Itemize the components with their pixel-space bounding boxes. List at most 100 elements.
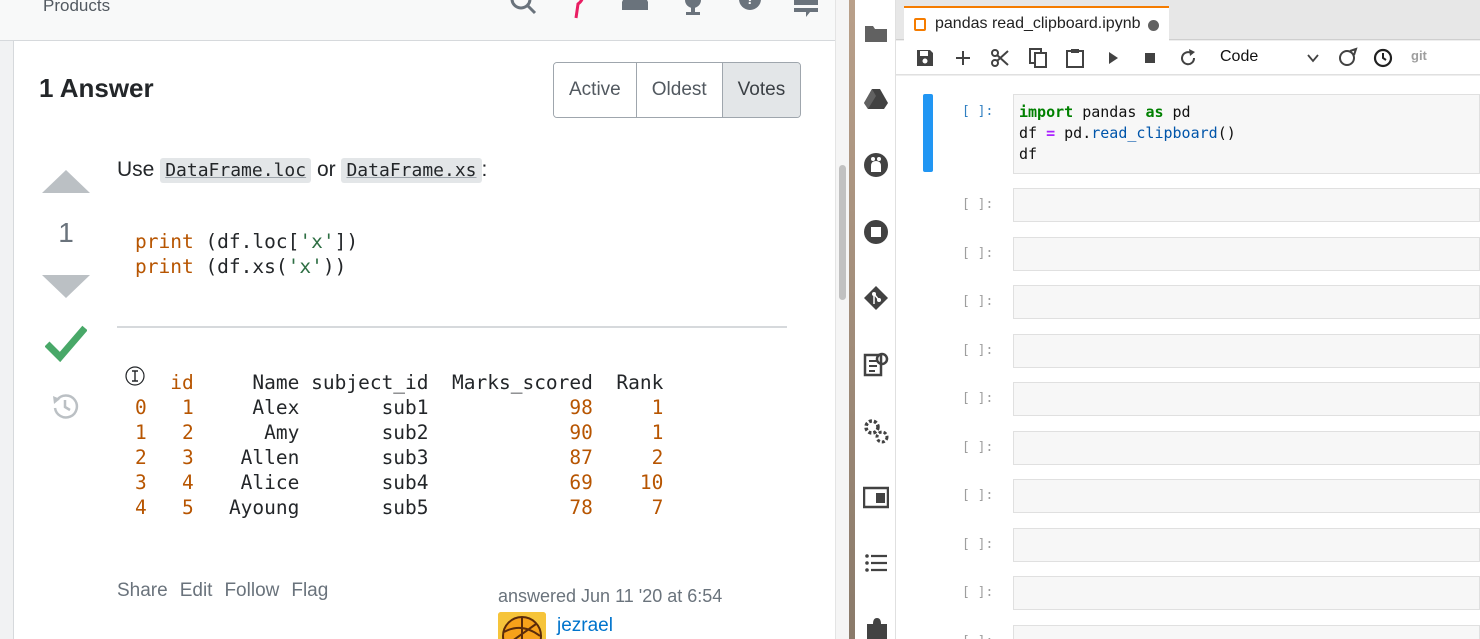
- search-icon[interactable]: [508, 0, 538, 20]
- cell-editor[interactable]: [1013, 382, 1480, 416]
- save-icon[interactable]: [914, 47, 936, 69]
- cell-editor[interactable]: [1013, 430, 1480, 465]
- column-header: Marks_scored: [428, 371, 593, 394]
- cell-editor[interactable]: import pandas as pd df = pd.read_clipboar…: [1013, 94, 1480, 174]
- code-cell-empty[interactable]: [ ]:: [896, 188, 1480, 222]
- copy-icon[interactable]: [1027, 47, 1049, 69]
- interrupt-kernel-icon[interactable]: [1139, 47, 1161, 69]
- tabs-icon[interactable]: [863, 484, 889, 510]
- notebook-tab[interactable]: pandas read_clipboard.ipynb: [904, 6, 1169, 41]
- cell-type-select[interactable]: Code: [1216, 46, 1328, 70]
- horizontal-rule: [117, 326, 787, 328]
- downvote-arrow-icon[interactable]: [41, 273, 91, 299]
- cell-editor[interactable]: [1013, 285, 1480, 319]
- table-of-contents-icon[interactable]: [863, 550, 889, 576]
- cell-name: Alex: [193, 396, 300, 419]
- git-icon[interactable]: [863, 285, 889, 311]
- dataframe-row: 1 2 Amy sub2 90 1: [135, 420, 663, 445]
- cell-editor[interactable]: [1013, 479, 1480, 513]
- dataframe-loc-link[interactable]: DataFrame.loc: [160, 158, 312, 183]
- user-name-link[interactable]: jezrael: [557, 615, 613, 637]
- sort-active-button[interactable]: Active: [554, 63, 637, 117]
- code-cell-empty[interactable]: [ ]:: [896, 236, 1480, 271]
- code-cell-empty[interactable]: [ ]:: [896, 624, 1480, 639]
- sort-oldest-button[interactable]: Oldest: [636, 63, 723, 117]
- cell-id: 2: [146, 421, 194, 444]
- code-block: print (df.loc['x']) print (df.xs('x')): [135, 229, 358, 279]
- settings-gears-icon[interactable]: [863, 418, 889, 444]
- scrollbar[interactable]: [835, 0, 849, 639]
- cell-editor[interactable]: [1013, 527, 1480, 562]
- cell-name: Ayoung: [193, 496, 300, 519]
- code-cell-empty[interactable]: [ ]:: [896, 430, 1480, 465]
- timeline-history-icon[interactable]: [51, 392, 79, 420]
- dataframe-row: 3 4 Alice sub4 69 10: [135, 470, 663, 495]
- code-cell-empty[interactable]: [ ]:: [896, 576, 1480, 610]
- cell-editor[interactable]: [1013, 333, 1480, 368]
- code-cell-empty[interactable]: [ ]:: [896, 382, 1480, 416]
- property-inspector-icon[interactable]: [863, 351, 889, 377]
- kernel-status-icon[interactable]: [1336, 47, 1358, 69]
- cell-prompt: [ ]:: [962, 342, 994, 358]
- cell-marks: 69: [428, 471, 593, 494]
- post-menu: Share Edit Follow Flag: [117, 580, 328, 602]
- scrollbar-thumb[interactable]: [839, 165, 846, 300]
- extension-manager-icon[interactable]: [863, 616, 889, 639]
- dataframe-header: id Name subject_id Marks_scored Rank: [135, 370, 663, 395]
- code-cell-empty[interactable]: [ ]:: [896, 285, 1480, 319]
- code-cell-empty[interactable]: [ ]:: [896, 333, 1480, 368]
- row-index: 3: [135, 471, 147, 494]
- sort-votes-button[interactable]: Votes: [722, 63, 801, 117]
- cell-subject-id: sub1: [299, 396, 429, 419]
- cell-editor[interactable]: [1013, 576, 1480, 610]
- follow-link[interactable]: Follow: [224, 580, 279, 602]
- unsaved-dot-icon[interactable]: [1148, 20, 1159, 31]
- column-header: Name: [193, 371, 300, 394]
- inbox-icon[interactable]: [620, 0, 650, 20]
- add-cell-icon[interactable]: [952, 47, 974, 69]
- cut-icon[interactable]: [989, 47, 1011, 69]
- share-link[interactable]: Share: [117, 580, 168, 602]
- code-cell-empty[interactable]: [ ]:: [896, 527, 1480, 562]
- cell-editor[interactable]: [1013, 188, 1480, 222]
- dataframe-row: 4 5 Ayoung sub5 78 7: [135, 495, 663, 520]
- column-header: id: [146, 371, 194, 394]
- google-drive-icon[interactable]: [863, 86, 889, 112]
- github-icon[interactable]: [863, 152, 889, 178]
- cell-source: import pandas as pd df = pd.read_clipboar…: [1019, 103, 1236, 163]
- cell-prompt: [ ]:: [962, 439, 994, 455]
- row-index: 1: [135, 421, 147, 444]
- cell-marks: 90: [428, 421, 593, 444]
- code-cell-active[interactable]: [ ]: import pandas as pd df = pd.read_cli…: [896, 94, 1480, 174]
- staging-ground-icon[interactable]: [566, 0, 596, 20]
- products-link[interactable]: Products: [43, 0, 110, 16]
- left-gutter: [0, 41, 14, 639]
- site-switcher-icon[interactable]: [792, 0, 822, 20]
- git-label[interactable]: git: [1411, 48, 1427, 63]
- run-cell-icon[interactable]: [1102, 47, 1124, 69]
- cell-subject-id: sub3: [299, 446, 429, 469]
- clock-icon[interactable]: [1372, 47, 1394, 69]
- document-tab-bar: pandas read_clipboard.ipynb: [896, 0, 1480, 41]
- cell-subject-id: sub4: [299, 471, 429, 494]
- achievements-icon[interactable]: [678, 0, 708, 20]
- cell-name: Alice: [193, 471, 300, 494]
- upvote-arrow-icon[interactable]: [41, 169, 91, 195]
- answer-sort-tabs: Active Oldest Votes: [553, 62, 802, 118]
- user-avatar[interactable]: [498, 612, 546, 639]
- running-sessions-icon[interactable]: [863, 219, 889, 245]
- folder-icon[interactable]: [863, 20, 889, 46]
- column-header: subject_id: [299, 371, 429, 394]
- edit-link[interactable]: Edit: [180, 580, 213, 602]
- paste-icon[interactable]: [1064, 47, 1086, 69]
- cell-editor[interactable]: [1013, 624, 1480, 639]
- jupyter-main-area: pandas read_clipboard.ipynb Code git []…: [896, 0, 1480, 639]
- code-cell-empty[interactable]: [ ]:: [896, 479, 1480, 513]
- cell-id: 1: [146, 396, 194, 419]
- dataframe-xs-link[interactable]: DataFrame.xs: [341, 158, 482, 183]
- cell-editor[interactable]: [1013, 236, 1480, 271]
- flag-link[interactable]: Flag: [291, 580, 328, 602]
- restart-kernel-icon[interactable]: [1177, 47, 1199, 69]
- cell-prompt: [ ]:: [962, 197, 994, 212]
- help-icon[interactable]: ?: [735, 0, 765, 20]
